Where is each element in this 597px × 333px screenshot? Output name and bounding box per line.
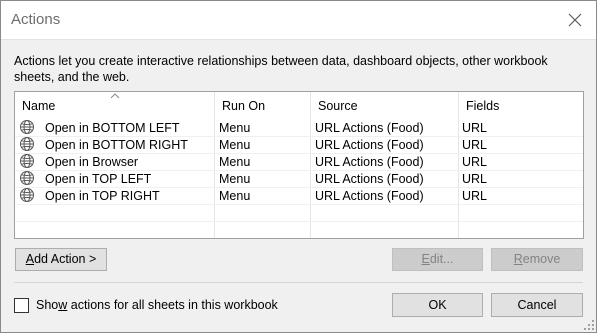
cell-run-on: Menu bbox=[219, 138, 251, 152]
close-icon bbox=[568, 13, 582, 27]
cell-source: URL Actions (Food) bbox=[315, 121, 424, 135]
cell-run-on: Menu bbox=[219, 189, 251, 203]
add-action-button[interactable]: Add Action > bbox=[15, 248, 107, 271]
globe-icon bbox=[19, 187, 35, 203]
cancel-button[interactable]: Cancel bbox=[491, 293, 583, 317]
dialog-title: Actions bbox=[11, 11, 61, 28]
checkbox-box[interactable] bbox=[14, 298, 29, 313]
description-text: Actions let you create interactive relat… bbox=[14, 54, 548, 84]
cell-source: URL Actions (Food) bbox=[315, 172, 424, 186]
cell-run-on: Menu bbox=[219, 172, 251, 186]
globe-icon bbox=[19, 153, 35, 169]
empty-row bbox=[15, 221, 583, 238]
cell-fields: URL bbox=[462, 121, 488, 135]
checkbox-mnemonic: w bbox=[58, 298, 68, 312]
close-button[interactable] bbox=[560, 5, 590, 35]
column-header-label: Name bbox=[22, 99, 56, 113]
cell-source: URL Actions (Food) bbox=[315, 155, 424, 169]
column-header-name[interactable]: Name bbox=[15, 92, 214, 119]
button-mnemonic: R bbox=[513, 252, 523, 266]
button-label: dd Action > bbox=[34, 252, 97, 266]
globe-icon bbox=[19, 119, 35, 135]
cell-run-on: Menu bbox=[219, 121, 251, 135]
cell-fields: URL bbox=[462, 172, 488, 186]
ok-button[interactable]: OK bbox=[392, 293, 483, 317]
cell-fields: URL bbox=[462, 138, 488, 152]
table-row[interactable]: Open in TOP RIGHT Menu URL Actions (Food) U… bbox=[15, 187, 583, 205]
column-header-label: Run On bbox=[222, 99, 266, 113]
cell-fields: URL bbox=[462, 155, 488, 169]
list-header: Name Run On Source Fields bbox=[15, 92, 583, 119]
table-row[interactable]: Open in Browser Menu URL Actions (Food) URL bbox=[15, 153, 583, 171]
cell-name: Open in BOTTOM LEFT bbox=[45, 121, 180, 135]
checkbox-label: Show actions for all sheets in this work… bbox=[36, 298, 278, 313]
button-mnemonic: E bbox=[421, 252, 430, 266]
cell-name: Open in TOP RIGHT bbox=[45, 189, 160, 203]
empty-row bbox=[15, 204, 583, 222]
actions-list[interactable]: Name Run On Source Fields Open in BOTTOM… bbox=[14, 91, 584, 239]
sort-ascending-icon bbox=[110, 93, 120, 99]
cell-name: Open in BOTTOM RIGHT bbox=[45, 138, 188, 152]
resize-grip-icon[interactable] bbox=[584, 320, 594, 330]
cell-name: Open in Browser bbox=[45, 155, 139, 169]
globe-icon bbox=[19, 170, 35, 186]
checkbox-label-part: Sho bbox=[36, 298, 59, 312]
remove-button[interactable]: Remove bbox=[491, 248, 583, 271]
button-label: emove bbox=[522, 252, 561, 266]
column-header-source[interactable]: Source bbox=[311, 92, 458, 119]
edit-button[interactable]: Edit... bbox=[392, 248, 483, 271]
checkbox-label-part: actions for all sheets in this workbook bbox=[67, 298, 278, 312]
table-row[interactable]: Open in BOTTOM LEFT Menu URL Actions (Food… bbox=[15, 119, 583, 137]
button-label: dit... bbox=[429, 252, 454, 266]
separator bbox=[14, 282, 583, 283]
table-row[interactable]: Open in TOP LEFT Menu URL Actions (Food) UR… bbox=[15, 170, 583, 188]
cell-source: URL Actions (Food) bbox=[315, 189, 424, 203]
column-header-label: Fields bbox=[466, 99, 500, 113]
column-header-fields[interactable]: Fields bbox=[459, 92, 583, 119]
cell-fields: URL bbox=[462, 189, 488, 203]
cell-source: URL Actions (Food) bbox=[315, 138, 424, 152]
cell-run-on: Menu bbox=[219, 155, 251, 169]
column-header-run-on[interactable]: Run On bbox=[215, 92, 310, 119]
actions-dialog: Actions Actions let you create interacti… bbox=[0, 0, 597, 333]
column-header-label: Source bbox=[318, 99, 358, 113]
globe-icon bbox=[19, 136, 35, 152]
title-bar: Actions bbox=[1, 1, 596, 40]
table-row[interactable]: Open in BOTTOM RIGHT Menu URL Actions (Foo… bbox=[15, 136, 583, 154]
button-mnemonic: A bbox=[25, 252, 35, 266]
cell-name: Open in TOP LEFT bbox=[45, 172, 152, 186]
